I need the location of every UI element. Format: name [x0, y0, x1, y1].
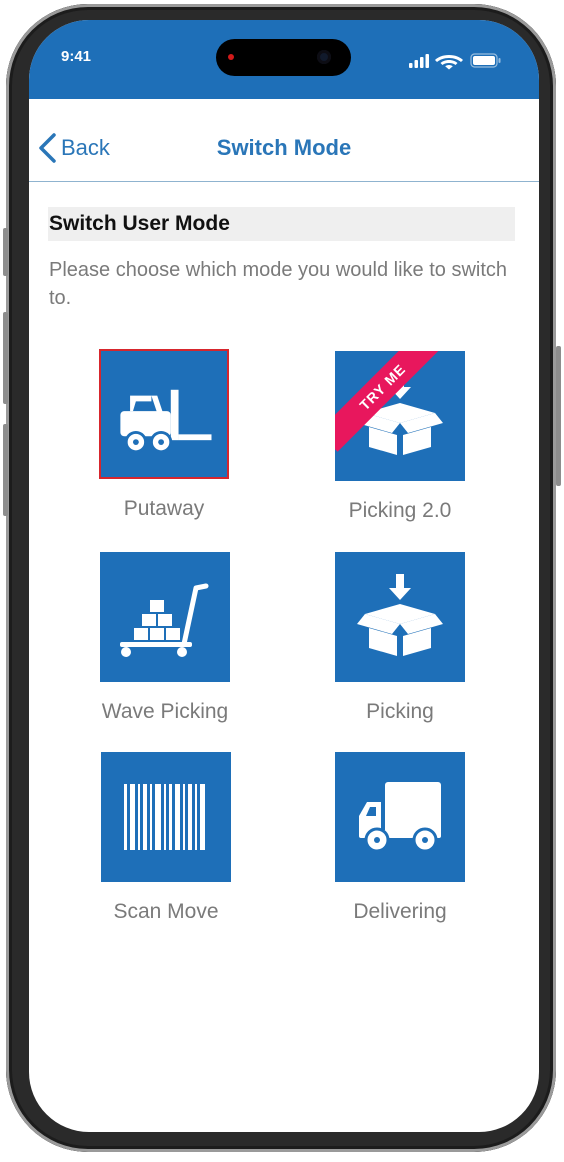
status-icons: [409, 53, 501, 70]
screen: 9:41 Back Switch Mode Switch User Mode P…: [29, 20, 539, 1132]
forklift-icon: [120, 389, 212, 454]
action-button: [3, 228, 8, 276]
section-title: Switch User Mode: [48, 207, 515, 241]
mode-label: Wave Picking: [101, 700, 229, 723]
hand-truck-icon: [120, 583, 209, 657]
mode-tile: [335, 752, 465, 882]
mode-label: Delivering: [353, 900, 447, 923]
mode-tile: [100, 552, 230, 682]
status-bar: 9:41: [29, 20, 539, 99]
battery-icon: [470, 53, 501, 68]
volume-up-button: [3, 312, 8, 404]
barcode-icon: [124, 784, 205, 850]
mode-tile: TRY ME: [335, 351, 465, 481]
mode-picking-button[interactable]: Picking: [335, 552, 465, 724]
instruction-text: Please choose which mode you would like …: [49, 259, 508, 309]
signal-icon: [409, 54, 429, 68]
mode-tile: [335, 552, 465, 682]
page-title: Switch Mode: [216, 135, 352, 160]
mode-picking-2-button[interactable]: TRY ME Picking 2.0: [335, 351, 465, 523]
truck-icon: [359, 782, 441, 853]
navigation-bar: Back Switch Mode: [29, 99, 539, 182]
mode-tile: [101, 752, 231, 882]
volume-down-button: [3, 424, 8, 516]
mode-delivering-button[interactable]: Delivering: [335, 752, 465, 924]
mode-label: Scan Move: [113, 900, 219, 923]
side-button: [556, 346, 561, 486]
mode-label: Picking: [366, 700, 434, 723]
status-time: 9:41: [61, 48, 92, 65]
mode-label: Picking 2.0: [348, 499, 452, 522]
mode-wave-picking-button[interactable]: Wave Picking: [100, 552, 230, 724]
mode-scan-move-button[interactable]: Scan Move: [101, 752, 231, 924]
camera-icon: [317, 50, 331, 64]
mode-putaway-button[interactable]: Putaway: [99, 349, 229, 521]
wifi-icon: [435, 55, 463, 70]
recording-indicator-icon: [228, 54, 234, 60]
mode-tile: [99, 349, 229, 479]
open-box-icon: [357, 574, 443, 656]
dynamic-island: [216, 39, 351, 76]
mode-label: Putaway: [123, 497, 205, 520]
